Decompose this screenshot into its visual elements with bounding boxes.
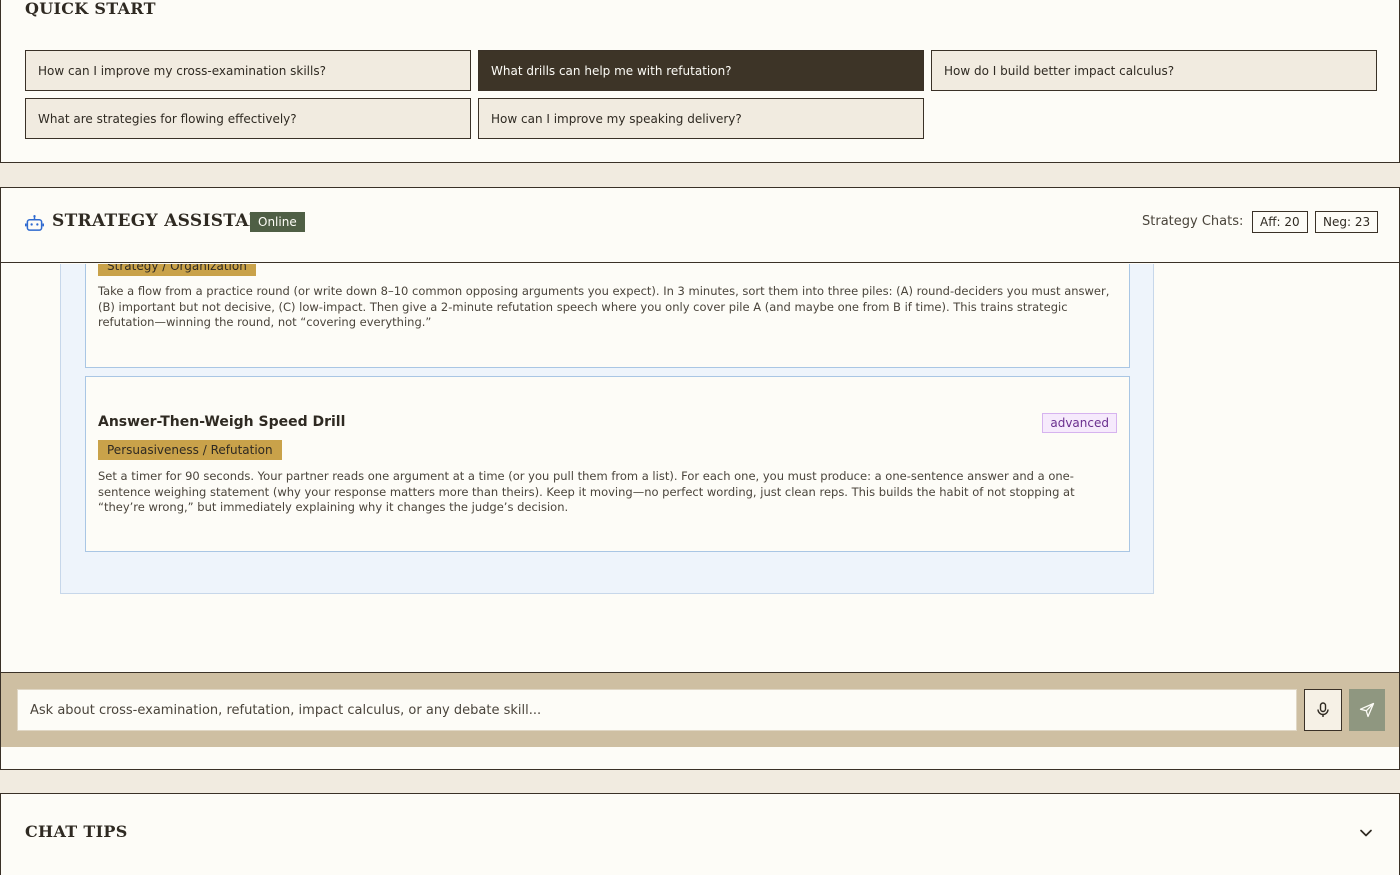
send-button[interactable] [1349, 689, 1385, 731]
assistant-message: Strategy / Organization Take a flow from… [60, 264, 1154, 594]
chat-tips-panel[interactable]: CHAT TIPS [0, 793, 1400, 875]
drill-description: Set a timer for 90 seconds. Your partner… [98, 469, 1075, 514]
drill-title: Answer-Then-Weigh Speed Drill [98, 414, 346, 430]
chevron-down-icon[interactable] [1359, 826, 1373, 840]
quick-start-panel: QUICK START How can I improve my cross-e… [0, 0, 1400, 163]
quick-start-button-refutation[interactable]: What drills can help me with refutation? [478, 50, 924, 91]
level-badge: advanced [1042, 413, 1117, 433]
microphone-icon [1317, 702, 1329, 717]
drill-card: Answer-Then-Weigh Speed Drill advanced P… [85, 376, 1130, 552]
status-badge: Online [250, 212, 305, 232]
mic-button[interactable] [1304, 689, 1342, 731]
category-tag: Strategy / Organization [98, 264, 256, 276]
assistant-title: STRATEGY ASSISTANT [52, 211, 278, 231]
drill-description: Take a flow from a practice round (or wr… [98, 284, 1110, 329]
neg-count-badge: Neg: 23 [1315, 211, 1379, 233]
assistant-header: STRATEGY ASSISTANT Online Strategy Chats… [1, 188, 1399, 263]
quick-start-button-flowing[interactable]: What are strategies for flowing effectiv… [25, 98, 471, 139]
chat-input[interactable] [17, 689, 1297, 731]
send-icon [1359, 702, 1375, 718]
chat-input-bar [1, 672, 1399, 747]
category-tag: Persuasiveness / Refutation [98, 440, 282, 460]
quick-start-title: QUICK START [25, 0, 156, 18]
strategy-assistant-panel: STRATEGY ASSISTANT Online Strategy Chats… [0, 187, 1400, 770]
strategy-chats-label: Strategy Chats: [1142, 214, 1244, 229]
quick-start-button-speaking-delivery[interactable]: How can I improve my speaking delivery? [478, 98, 924, 139]
robot-icon [25, 215, 44, 231]
aff-count-badge: Aff: 20 [1252, 211, 1308, 233]
quick-start-button-cross-examination[interactable]: How can I improve my cross-examination s… [25, 50, 471, 91]
drill-card: Strategy / Organization Take a flow from… [85, 264, 1130, 368]
quick-start-button-impact-calculus[interactable]: How do I build better impact calculus? [931, 50, 1377, 91]
messages-area[interactable]: Strategy / Organization Take a flow from… [1, 264, 1399, 672]
chat-tips-title: CHAT TIPS [25, 822, 128, 841]
